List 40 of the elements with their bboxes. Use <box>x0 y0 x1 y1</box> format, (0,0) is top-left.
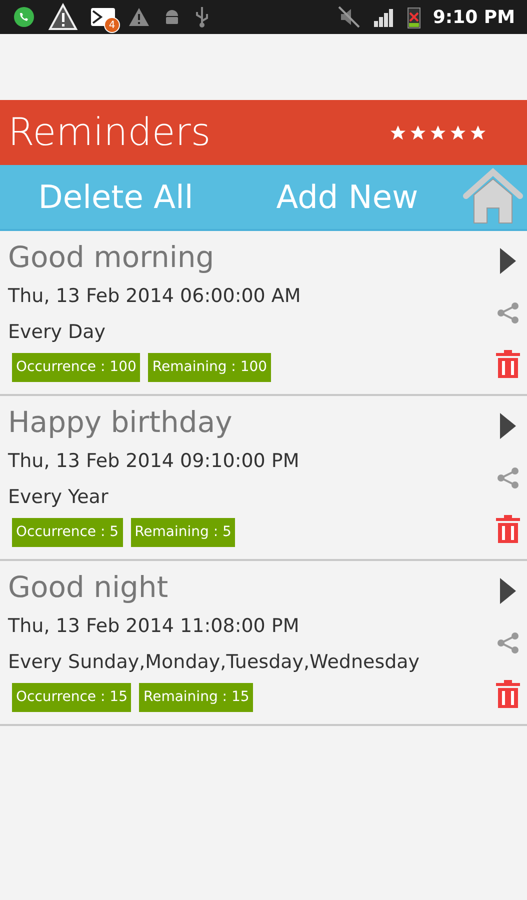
reminder-repeat: Every Sunday,Monday,Tuesday,Wednesday <box>8 650 421 674</box>
star-icon <box>389 124 407 142</box>
reminder-title: Good night <box>8 569 170 605</box>
share-icon[interactable] <box>496 630 520 654</box>
clock-time: 9:10 PM <box>432 6 515 30</box>
reminder-datetime: Thu, 13 Feb 2014 06:00:00 AM <box>8 284 302 309</box>
battery-icon <box>406 5 421 29</box>
star-icon <box>449 124 467 142</box>
occurrence-tag: Occurrence : 5 <box>12 518 123 547</box>
reminder-repeat: Every Day <box>8 320 107 344</box>
remaining-tag: Remaining : 15 <box>139 683 254 712</box>
notification-badge: 4 <box>104 17 120 33</box>
star-icon <box>469 124 487 142</box>
app-title: Reminders <box>8 109 212 156</box>
reminder-title: Good morning <box>8 239 216 275</box>
rating-stars[interactable] <box>389 124 487 142</box>
trash-icon[interactable] <box>496 680 520 708</box>
share-icon[interactable] <box>496 466 520 490</box>
occurrence-tag: Occurrence : 100 <box>12 353 140 382</box>
trash-icon[interactable] <box>496 350 520 378</box>
remaining-tag: Remaining : 5 <box>130 518 236 547</box>
usb-icon <box>194 6 210 28</box>
share-icon[interactable] <box>496 300 520 324</box>
star-icon <box>429 124 447 142</box>
reminder-datetime: Thu, 13 Feb 2014 11:08:00 PM <box>8 614 300 639</box>
warning-icon <box>128 7 150 27</box>
reminder-datetime: Thu, 13 Feb 2014 09:10:00 PM <box>8 449 300 474</box>
muted-speaker-icon <box>336 5 361 29</box>
chat-icon <box>12 5 36 29</box>
occurrence-tag: Occurrence : 15 <box>12 683 132 712</box>
play-icon[interactable] <box>499 412 517 440</box>
play-icon[interactable] <box>499 247 517 275</box>
signal-icon <box>372 7 395 27</box>
warning-icon <box>48 3 78 31</box>
trash-icon[interactable] <box>496 515 520 543</box>
play-icon[interactable] <box>499 577 517 605</box>
reminder-title: Happy birthday <box>8 404 234 440</box>
star-icon <box>409 124 427 142</box>
remaining-tag: Remaining : 100 <box>148 353 272 382</box>
reminder-repeat: Every Year <box>8 484 110 510</box>
